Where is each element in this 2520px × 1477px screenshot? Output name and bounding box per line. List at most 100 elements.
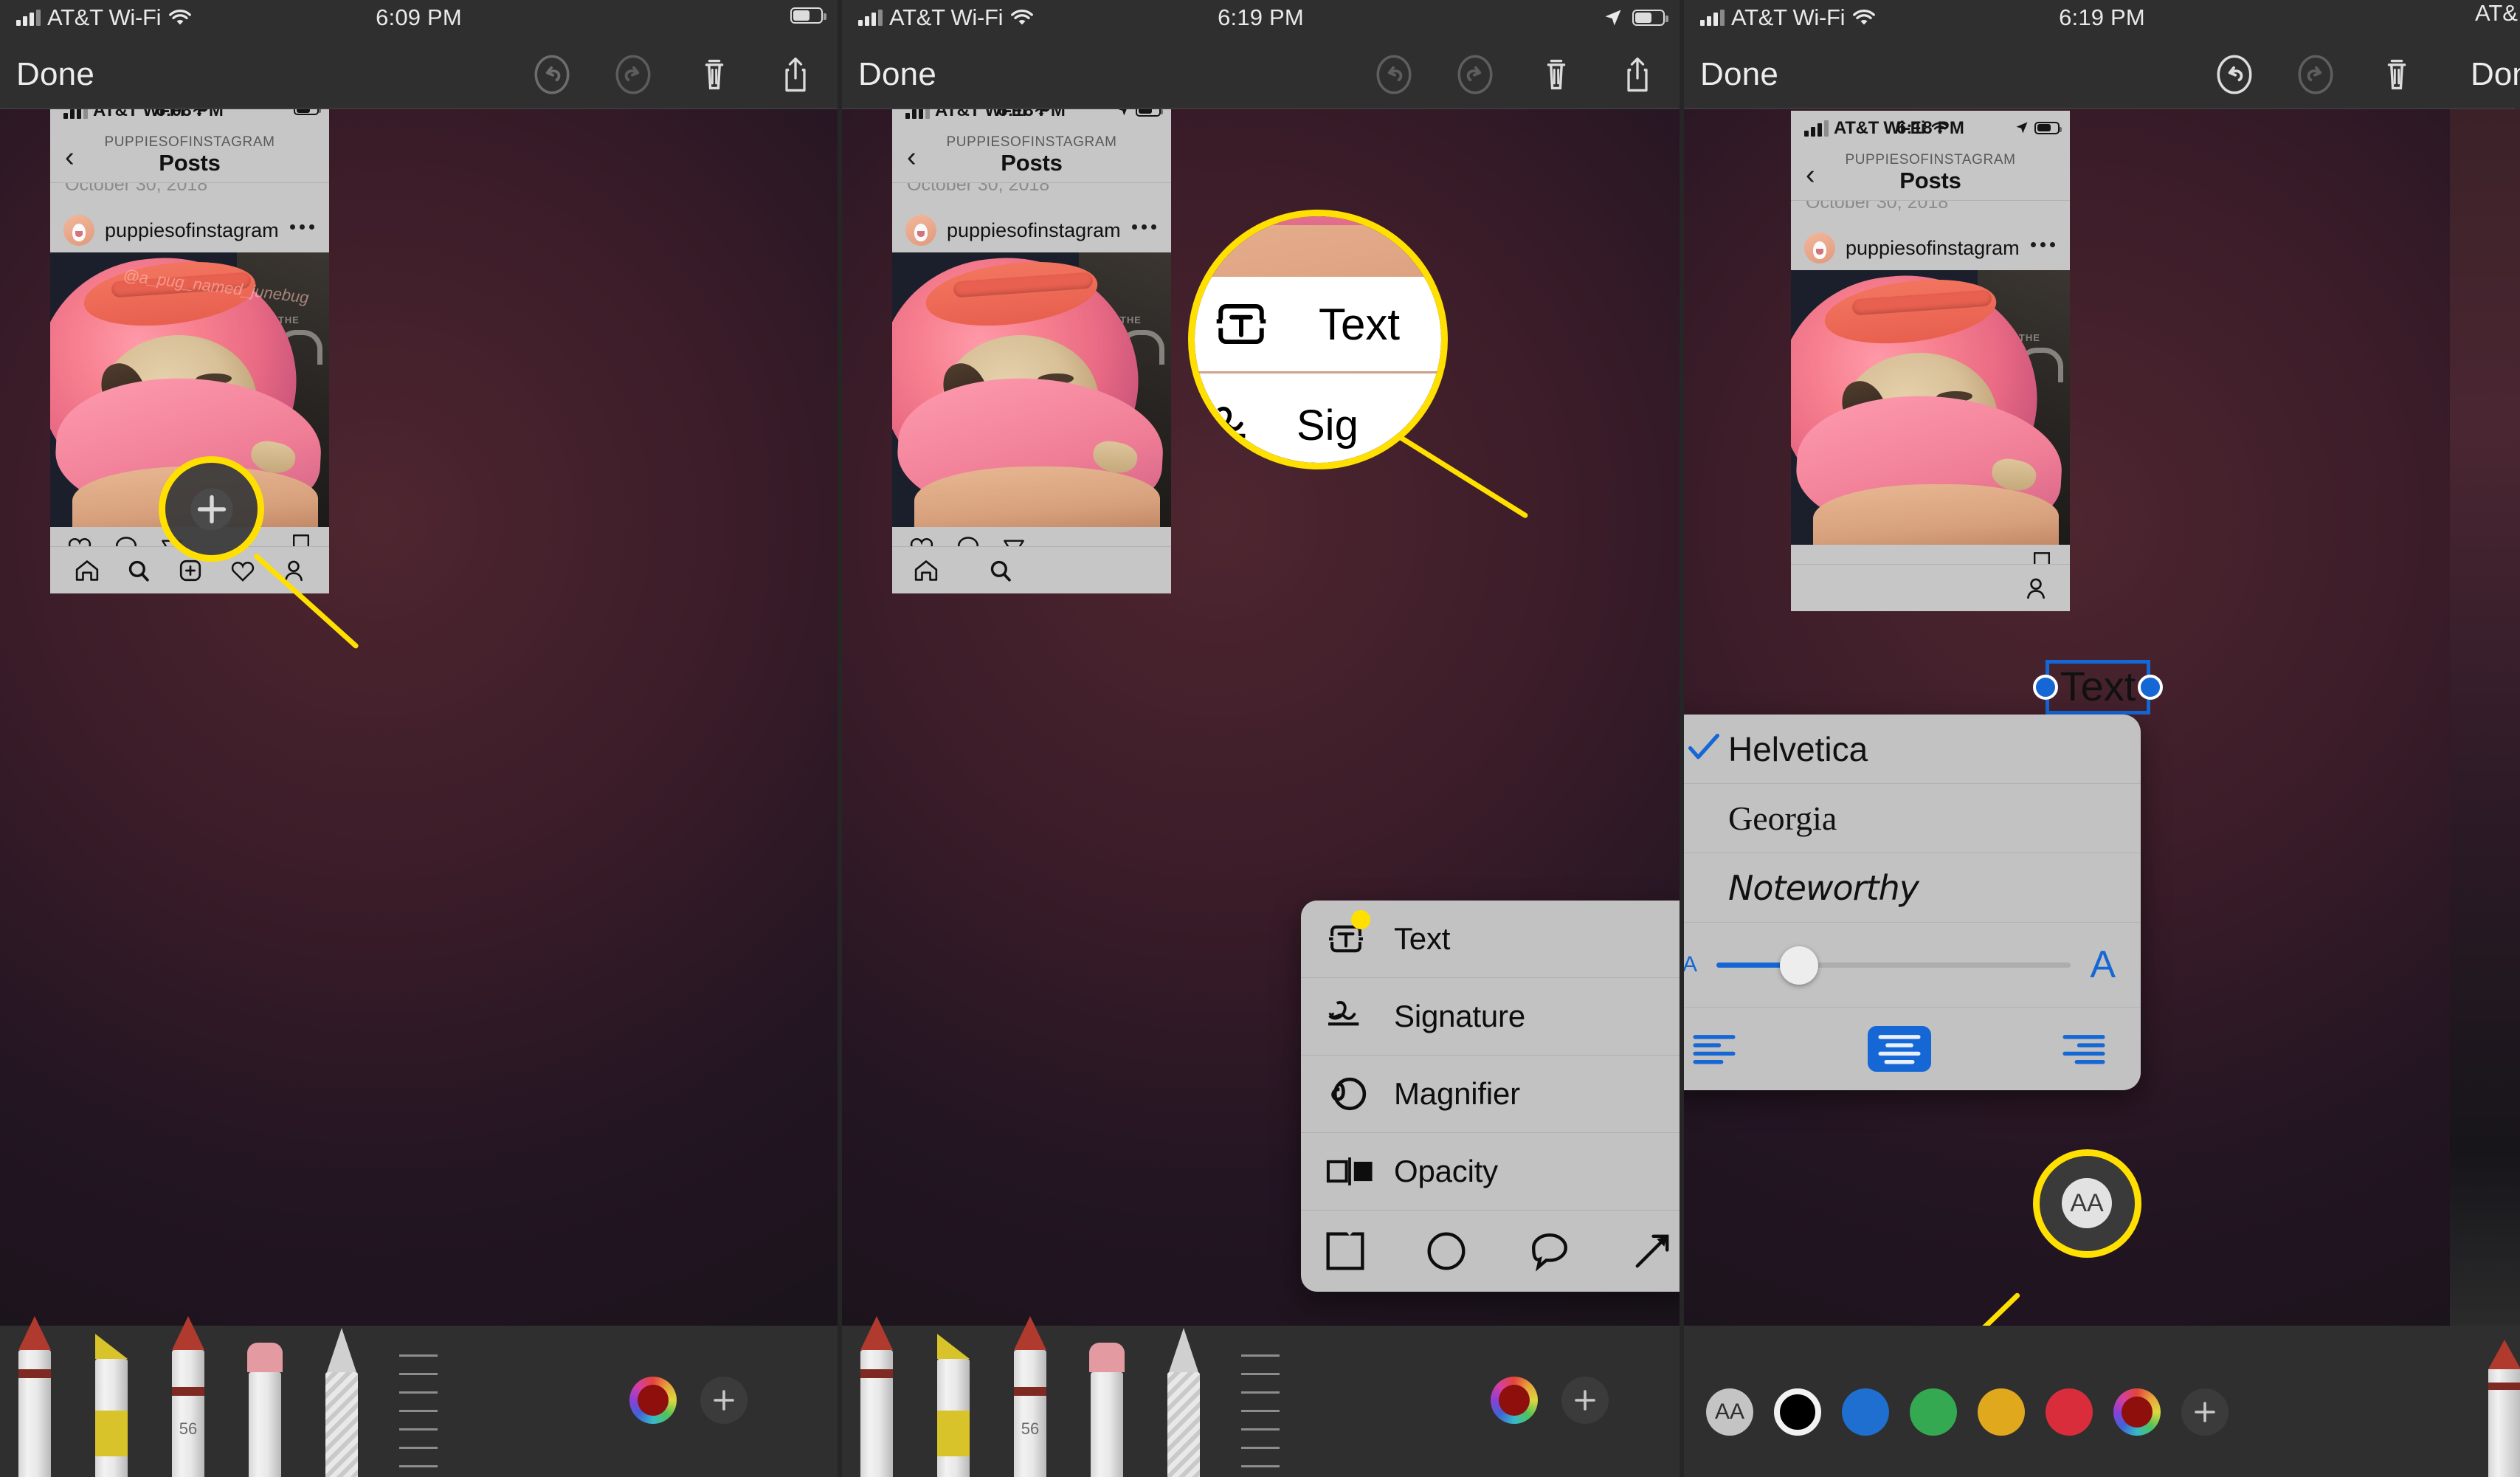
color-wheel[interactable] xyxy=(629,1377,677,1424)
ellipsis-icon[interactable] xyxy=(1132,224,1156,230)
pen-tool[interactable] xyxy=(855,1316,898,1477)
font-options-panel[interactable]: Helvetica Georgia Noteworthy A A xyxy=(1684,715,2141,1090)
avatar[interactable] xyxy=(905,215,936,246)
eraser-tool[interactable] xyxy=(1085,1343,1128,1477)
battery-icon xyxy=(790,7,826,24)
status-bar: AT&T Wi-Fi 6:19 PM xyxy=(1684,0,2520,43)
color-black[interactable] xyxy=(1774,1388,1821,1436)
trash-icon[interactable] xyxy=(693,53,736,96)
search-icon[interactable] xyxy=(126,558,151,583)
post-username[interactable]: puppiesofinstagram xyxy=(1846,237,2020,260)
add-markup-button[interactable] xyxy=(1561,1377,1609,1424)
color-yellow[interactable] xyxy=(1978,1388,2025,1436)
battery-icon xyxy=(1136,109,1163,117)
magnifier-item-label: Text xyxy=(1319,299,1401,349)
post-username[interactable]: puppiesofinstagram xyxy=(105,219,279,242)
eraser-tool[interactable] xyxy=(244,1343,286,1477)
square-shape-icon[interactable] xyxy=(1325,1230,1366,1272)
canvas-area: AT&T Wi-Fi 6:18 PM ‹ PUPPIESOFINSTAGRAM … xyxy=(1684,109,2520,1477)
arrow-shape-icon[interactable] xyxy=(1632,1230,1673,1272)
menu-item-magnifier[interactable]: Magnifier xyxy=(1301,1056,1680,1133)
color-green[interactable] xyxy=(1910,1388,1957,1436)
panel-4-pen-tool[interactable] xyxy=(2488,1340,2520,1477)
color-wheel[interactable] xyxy=(1491,1377,1538,1424)
resize-handle-left[interactable] xyxy=(2033,675,2058,700)
menu-label: Opacity xyxy=(1394,1154,1498,1188)
plus-square-icon[interactable] xyxy=(178,558,203,583)
slider-knob[interactable] xyxy=(1780,946,1819,985)
color-red[interactable] xyxy=(2046,1388,2093,1436)
home-icon[interactable] xyxy=(913,558,939,583)
avatar[interactable] xyxy=(63,215,94,246)
trash-icon[interactable] xyxy=(1535,53,1578,96)
text-box-icon xyxy=(1215,303,1268,345)
magnifier-partial-label: Sig xyxy=(1297,401,1359,450)
redo-icon[interactable] xyxy=(2294,53,2337,96)
plus-icon xyxy=(714,1390,734,1411)
done-button[interactable]: Done xyxy=(1700,56,1778,93)
lasso-tool[interactable] xyxy=(1162,1328,1205,1477)
magnifier-callout: Text Sig xyxy=(1188,210,1448,469)
font-style-button[interactable]: AA xyxy=(1706,1388,1753,1436)
trash-icon[interactable] xyxy=(2375,53,2418,96)
align-left-icon[interactable] xyxy=(1684,1026,1746,1072)
color-blue[interactable] xyxy=(1842,1388,1889,1436)
align-right-icon[interactable] xyxy=(2052,1026,2116,1072)
add-color-button[interactable] xyxy=(2181,1388,2229,1436)
lasso-tool[interactable] xyxy=(320,1328,363,1477)
pencil-tool[interactable]: 56 xyxy=(167,1316,210,1477)
panel-3: AT&T Wi-Fi 6:19 PM Done AT&T Wi-Fi 6:18 … xyxy=(1684,0,2520,1477)
align-center-icon[interactable] xyxy=(1867,1026,1931,1072)
redo-icon[interactable] xyxy=(612,53,655,96)
done-button[interactable]: Done xyxy=(858,56,936,93)
search-icon[interactable] xyxy=(988,558,1013,583)
phone-screenshot-canvas[interactable]: AT&T Wi-Fi 6:18 PM ‹ PUPPIESOFINSTAGRAM … xyxy=(892,109,1171,593)
font-style-button[interactable]: AA xyxy=(2062,1178,2112,1228)
callout-circle-add-button xyxy=(159,456,264,562)
font-option-helvetica[interactable]: Helvetica xyxy=(1684,715,2141,784)
plus-icon[interactable] xyxy=(190,487,234,531)
ellipsis-icon[interactable] xyxy=(290,224,314,230)
heart-icon[interactable] xyxy=(229,558,256,583)
highlighter-tool[interactable] xyxy=(932,1334,975,1477)
circle-shape-icon[interactable] xyxy=(1426,1230,1467,1272)
plus-icon xyxy=(2195,1402,2215,1422)
text-object[interactable]: Text xyxy=(2033,660,2163,715)
add-markup-button[interactable] xyxy=(700,1377,748,1424)
font-size-slider[interactable]: A A xyxy=(1684,923,2141,1008)
pen-tool[interactable] xyxy=(13,1316,56,1477)
slider-track[interactable] xyxy=(1716,946,2071,985)
ellipsis-icon[interactable] xyxy=(2031,242,2055,247)
highlighter-tool[interactable] xyxy=(90,1334,133,1477)
pencil-tool[interactable]: 56 xyxy=(1009,1316,1052,1477)
menu-item-signature[interactable]: Signature xyxy=(1301,978,1680,1056)
share-icon[interactable] xyxy=(1616,53,1659,96)
post-username[interactable]: puppiesofinstagram xyxy=(947,219,1121,242)
undo-icon[interactable] xyxy=(531,53,573,96)
font-option-noteworthy[interactable]: Noteworthy xyxy=(1684,853,2141,923)
inner-status-bar: AT&T Wi-Fi 6:18 PM xyxy=(1791,111,2070,149)
share-icon[interactable] xyxy=(774,53,817,96)
undo-icon[interactable] xyxy=(1373,53,1415,96)
color-wheel[interactable] xyxy=(2113,1388,2161,1436)
location-arrow-icon xyxy=(2016,122,2028,134)
avatar[interactable] xyxy=(1804,233,1835,264)
done-button[interactable]: Done xyxy=(16,56,94,93)
speech-bubble-shape-icon[interactable] xyxy=(1527,1230,1572,1272)
redo-icon[interactable] xyxy=(1454,53,1497,96)
ruler-tool[interactable] xyxy=(1239,1338,1282,1477)
undo-icon[interactable] xyxy=(2213,53,2256,96)
font-size-large-label: A xyxy=(2090,943,2116,986)
resize-handle-right[interactable] xyxy=(2138,675,2163,700)
ruler-tool[interactable] xyxy=(397,1338,440,1477)
post-date: October 30, 2018 xyxy=(892,183,1171,208)
phone-screenshot-canvas[interactable]: AT&T Wi-Fi 6:18 PM ‹ PUPPIESOFINSTAGRAM … xyxy=(1791,111,2070,611)
post-header: puppiesofinstagram xyxy=(892,208,1171,252)
menu-item-opacity[interactable]: Opacity xyxy=(1301,1133,1680,1211)
font-option-georgia[interactable]: Georgia xyxy=(1684,784,2141,853)
pen-tools: 56 xyxy=(855,1316,1282,1477)
home-icon[interactable] xyxy=(74,558,100,583)
person-icon[interactable] xyxy=(2024,576,2048,601)
panel-4-done-button[interactable]: Don xyxy=(2450,43,2520,108)
checkmark-icon xyxy=(1687,732,1728,765)
